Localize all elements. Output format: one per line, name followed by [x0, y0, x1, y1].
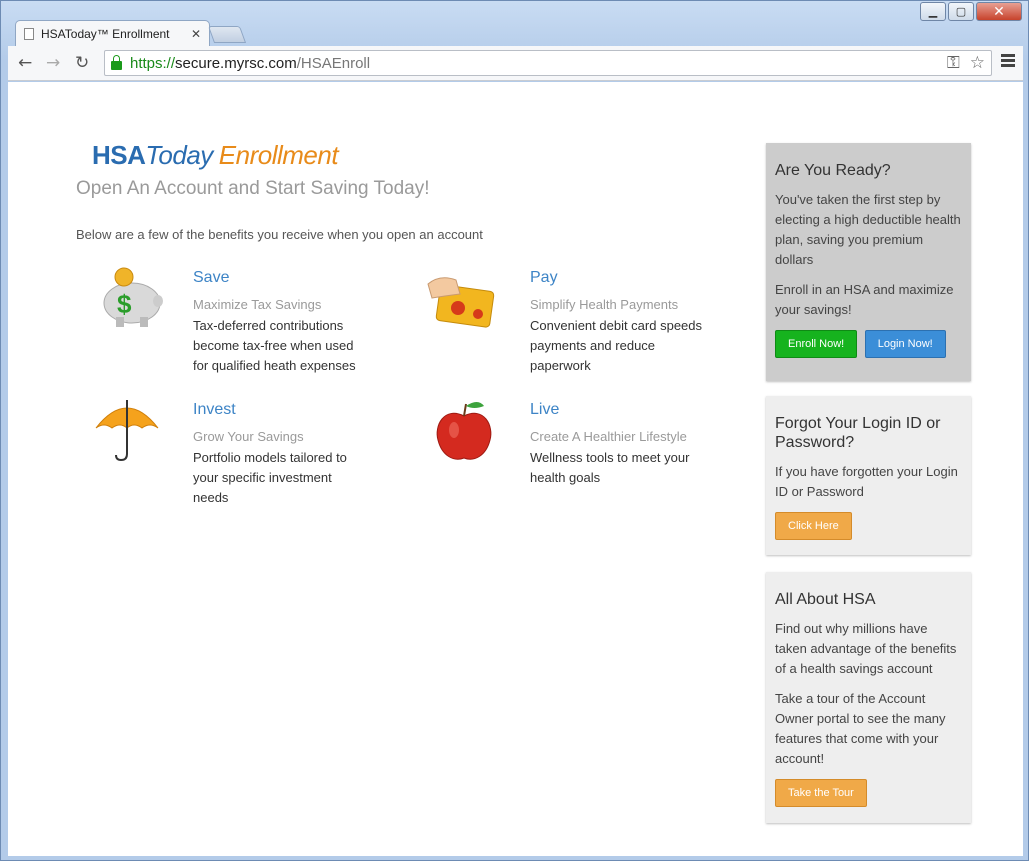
- benefit-live-subtitle: Create A Healthier Lifestyle: [530, 429, 687, 444]
- browser-tab-active[interactable]: HSAToday™ Enrollment ✕: [15, 20, 210, 47]
- svg-text:$: $: [117, 289, 132, 319]
- new-tab-button[interactable]: [207, 26, 247, 43]
- logo-hsa: HSA: [92, 140, 146, 170]
- benefit-pay-title: Pay: [530, 269, 558, 286]
- reload-icon[interactable]: ↻: [75, 53, 89, 73]
- all-about-hsa-card: All About HSA Find out why millions have…: [766, 572, 971, 823]
- apple-icon: [436, 402, 492, 460]
- url-path: /HSAEnroll: [296, 54, 371, 72]
- bookmark-star-icon[interactable]: ☆: [970, 53, 985, 73]
- are-you-ready-card: Are You Ready? You've taken the first st…: [766, 143, 971, 381]
- address-bar-icons: ⚿ ☆: [947, 53, 985, 73]
- forgot-login-card: Forgot Your Login ID or Password? If you…: [766, 396, 971, 555]
- minimize-button[interactable]: ▁: [920, 2, 946, 21]
- click-here-button[interactable]: Click Here: [775, 512, 852, 540]
- forgot-login-text: If you have forgotten your Login ID or P…: [775, 464, 958, 499]
- umbrella-icon: [95, 400, 159, 462]
- benefit-pay-subtitle: Simplify Health Payments: [530, 297, 679, 312]
- debit-card-icon: [427, 277, 495, 328]
- forward-arrow-icon[interactable]: →: [46, 53, 60, 73]
- browser-toolbar: ← → ↻ https:// secure.myrsc.com /HSAEnro…: [8, 46, 1023, 81]
- benefit-live-title: Live: [530, 401, 560, 418]
- are-you-ready-text: You've taken the first step by electing …: [775, 192, 961, 267]
- url-scheme: https://: [130, 54, 176, 72]
- logo-enrollment: Enrollment: [218, 140, 339, 170]
- hsatoday-logo: HSAToday Enrollment: [92, 140, 339, 171]
- key-icon[interactable]: ⚿: [947, 53, 960, 73]
- url-host: secure.myrsc.com: [175, 54, 297, 72]
- maximize-button[interactable]: ▢: [948, 2, 974, 21]
- benefit-invest-subtitle: Grow Your Savings: [193, 429, 304, 444]
- take-the-tour-button[interactable]: Take the Tour: [775, 779, 867, 807]
- page-icon: [24, 28, 34, 40]
- lock-icon: [111, 54, 122, 70]
- benefit-live: Live Create A Healthier Lifestyle Wellne…: [530, 401, 705, 488]
- enroll-now-button[interactable]: Enroll Now!: [775, 330, 858, 358]
- tab-title: HSAToday™ Enrollment: [41, 27, 170, 41]
- close-window-button[interactable]: ✕: [976, 2, 1022, 21]
- window-controls: ▁ ▢ ✕: [920, 2, 1022, 21]
- logo-today: Today: [145, 140, 213, 170]
- benefit-save-subtitle: Maximize Tax Savings: [193, 297, 322, 312]
- all-about-hsa-title: All About HSA: [775, 591, 876, 608]
- back-arrow-icon[interactable]: ←: [18, 53, 32, 73]
- benefit-live-description: Wellness tools to meet your health goals: [530, 450, 690, 485]
- all-about-hsa-text: Find out why millions have taken advanta…: [775, 621, 957, 676]
- forgot-login-title: Forgot Your Login ID or Password?: [775, 415, 941, 451]
- benefit-pay-description: Convenient debit card speeds payments an…: [530, 318, 703, 373]
- intro-text: Below are a few of the benefits you rece…: [76, 227, 483, 242]
- benefit-save: Save Maximize Tax Savings Tax-deferred c…: [193, 269, 368, 376]
- benefit-pay: Pay Simplify Health Payments Convenient …: [530, 269, 705, 376]
- benefit-save-title: Save: [193, 269, 230, 286]
- benefit-invest-title: Invest: [193, 401, 236, 418]
- address-bar[interactable]: https:// secure.myrsc.com /HSAEnroll ⚿ ☆: [104, 50, 992, 76]
- benefit-save-description: Tax-deferred contributions become tax-fr…: [193, 318, 356, 373]
- page-headline: Open An Account and Start Saving Today!: [76, 178, 430, 199]
- benefit-invest-description: Portfolio models tailored to your specif…: [193, 450, 347, 505]
- account-tour-text: Take a tour of the Account Owner portal …: [775, 691, 946, 766]
- chrome-menu-icon[interactable]: [1001, 54, 1015, 69]
- login-now-button[interactable]: Login Now!: [864, 330, 946, 358]
- browser-window: ▁ ▢ ✕ HSAToday™ Enrollment ✕ ← → ↻ https…: [0, 0, 1029, 861]
- are-you-ready-title: Are You Ready?: [775, 162, 891, 179]
- page-content: HSAToday Enrollment Open An Account and S…: [8, 82, 1023, 856]
- are-you-ready-cta-text: Enroll in an HSA and maximize your savin…: [775, 282, 954, 317]
- tab-close-icon[interactable]: ✕: [191, 27, 201, 41]
- piggy-bank-icon: $: [103, 267, 163, 327]
- benefit-invest: Invest Grow Your Savings Portfolio model…: [193, 401, 368, 508]
